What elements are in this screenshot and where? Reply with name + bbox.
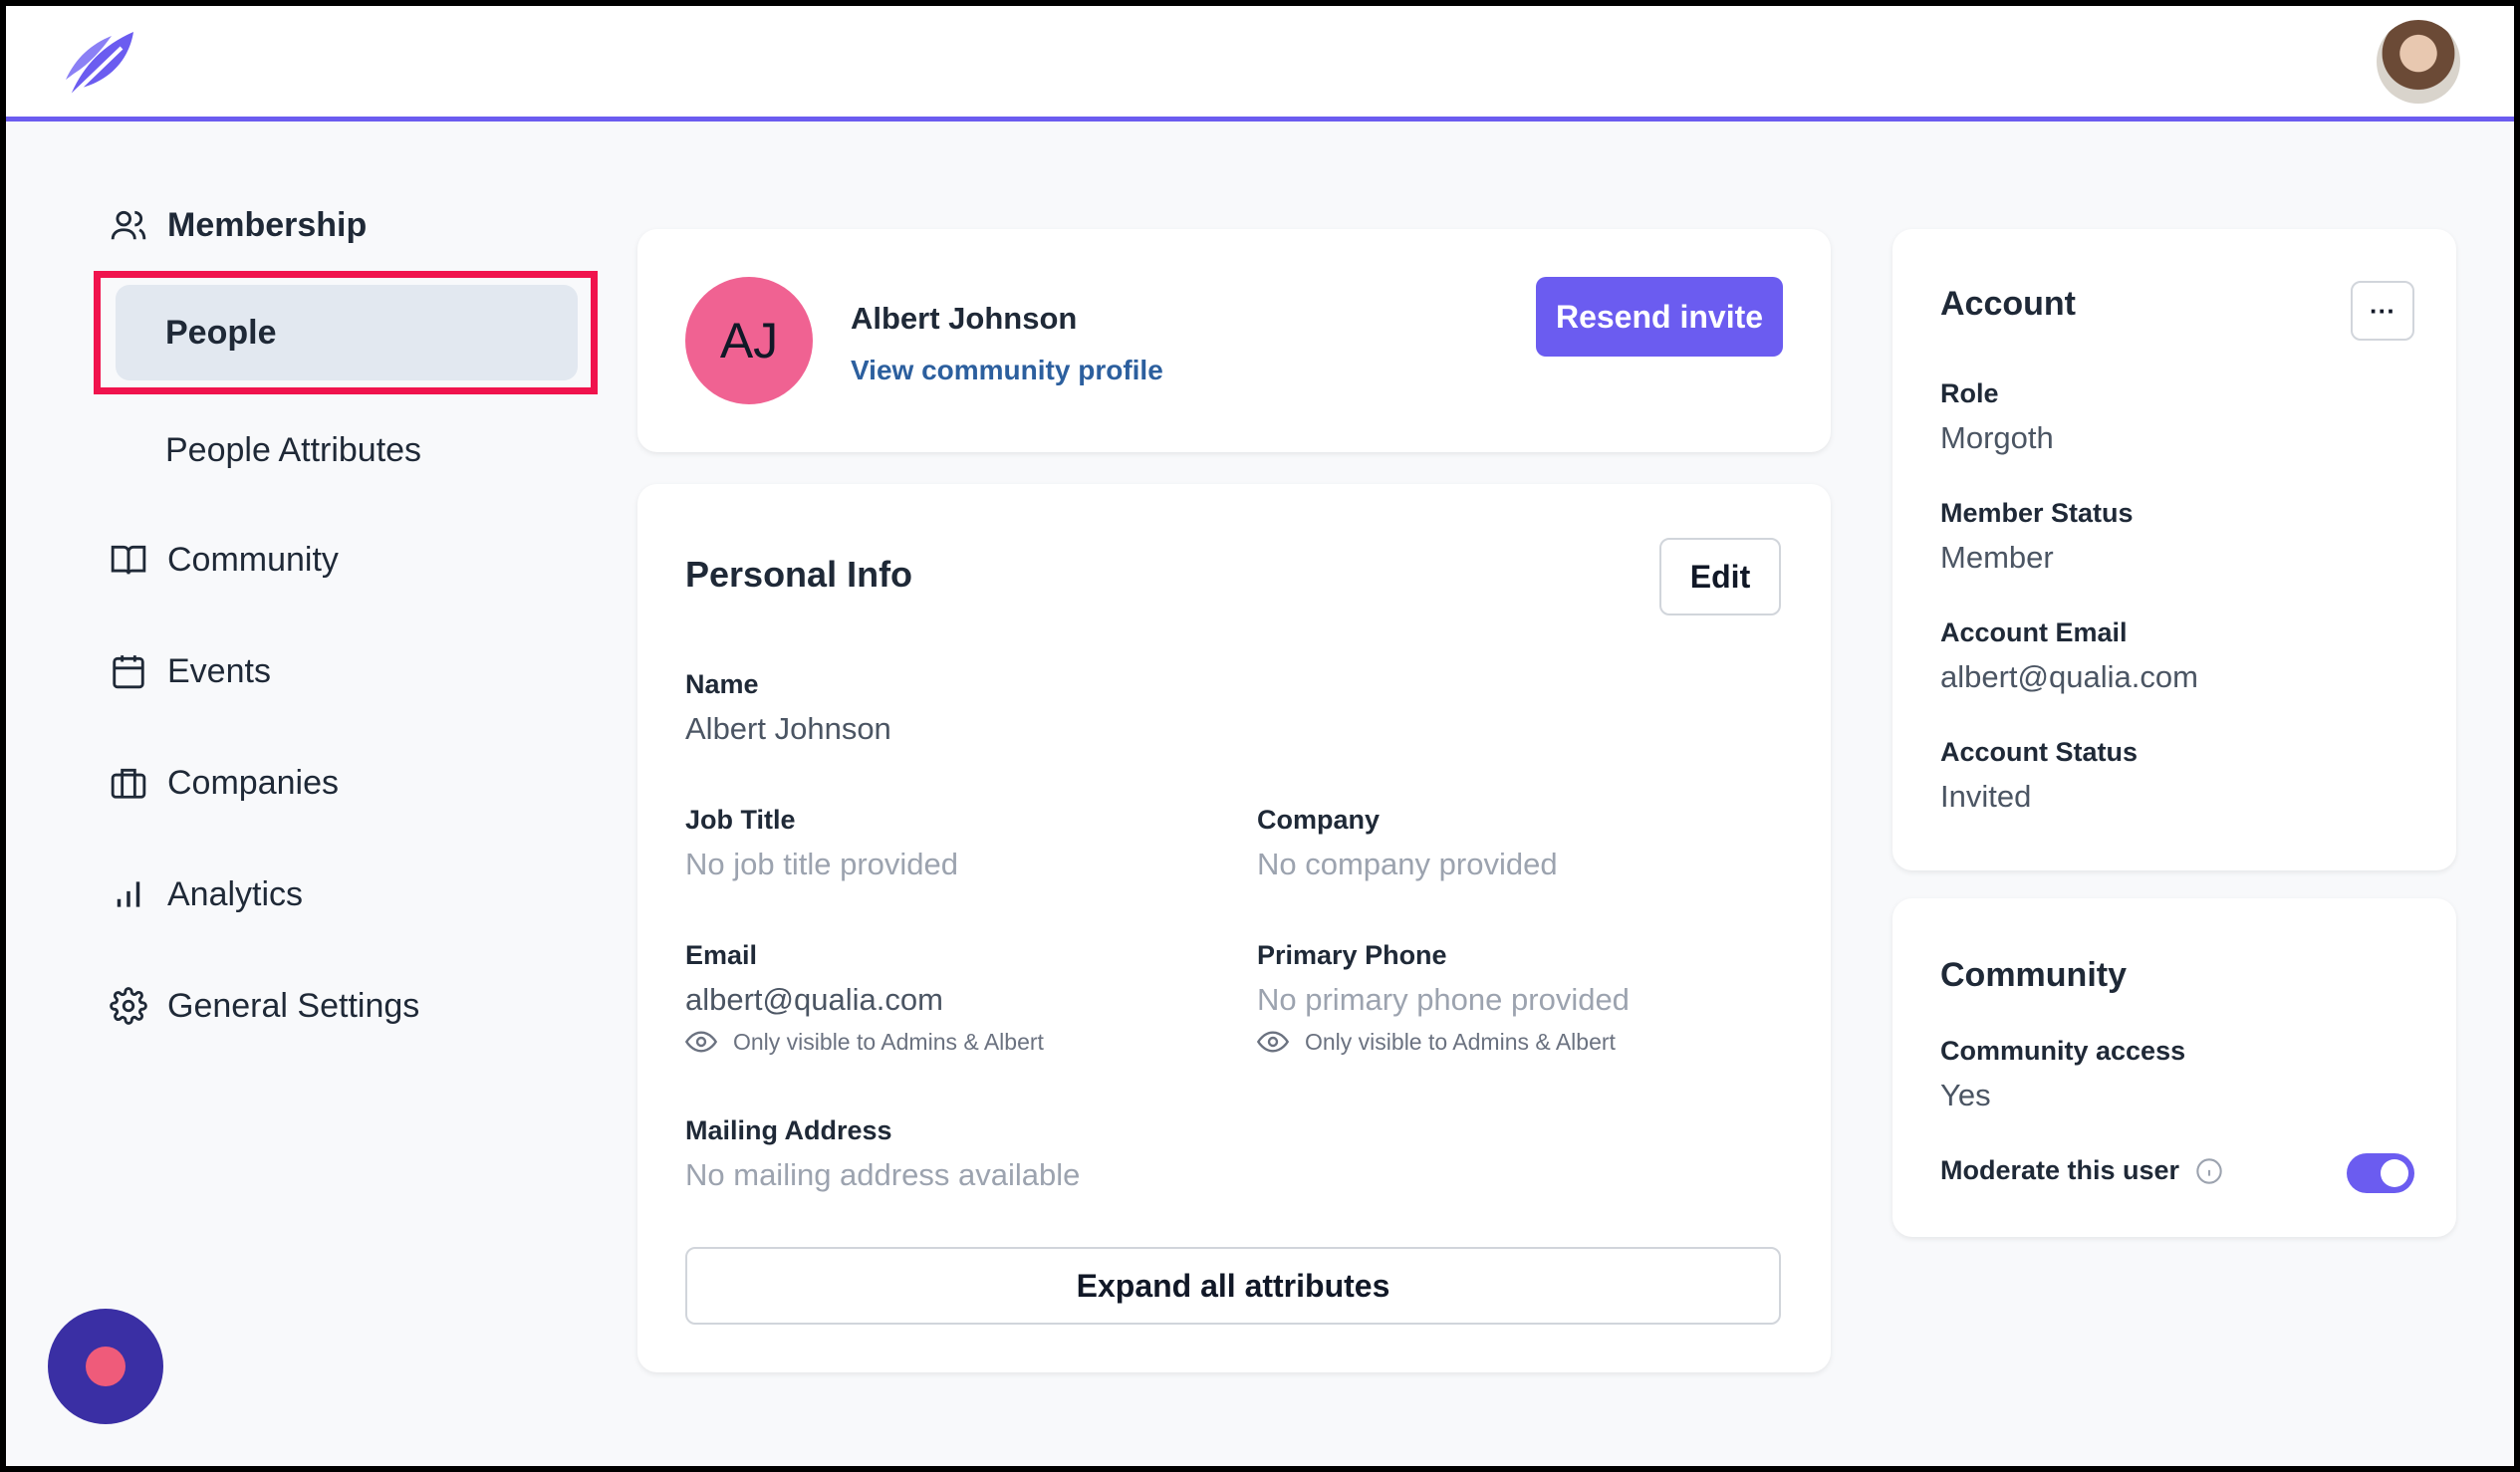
community-access-label: Community access <box>1940 1036 2186 1066</box>
eye-icon <box>1257 1031 1289 1053</box>
calendar-icon <box>110 652 147 690</box>
info-icon[interactable] <box>2195 1157 2223 1185</box>
user-avatar[interactable] <box>2377 20 2460 104</box>
account-title: Account <box>1940 285 2076 323</box>
nav-people-label: People <box>165 313 277 352</box>
gear-icon <box>110 987 147 1025</box>
more-options-button[interactable]: ··· <box>2351 281 2414 341</box>
email-visibility-note: Only visible to Admins & Albert <box>685 1026 1044 1058</box>
phone-value: No primary phone provided <box>1257 982 1630 1017</box>
mailing-address-value: No mailing address available <box>685 1157 1081 1192</box>
moderate-user-row: Moderate this user <box>1940 1155 2223 1186</box>
book-icon <box>110 541 147 579</box>
company-value: No company provided <box>1257 847 1558 881</box>
nav-analytics[interactable]: Analytics <box>110 862 303 926</box>
nav-community-label: Community <box>167 540 339 579</box>
nav-people[interactable]: People <box>116 285 578 380</box>
nav-general-settings[interactable]: General Settings <box>110 974 419 1038</box>
nav-companies-label: Companies <box>167 763 339 802</box>
job-title-label: Job Title <box>685 805 796 835</box>
account-email-value: albert@qualia.com <box>1940 659 2198 694</box>
chat-widget-button[interactable] <box>48 1309 163 1424</box>
nav-membership-label: Membership <box>167 205 368 244</box>
role-label: Role <box>1940 378 1999 408</box>
record-dot-icon <box>86 1347 126 1386</box>
nav-people-attributes[interactable]: People Attributes <box>116 402 578 498</box>
nav-community[interactable]: Community <box>110 528 339 592</box>
bar-chart-icon <box>110 875 147 913</box>
profile-header-card: AJ Albert Johnson View community profile… <box>637 229 1831 452</box>
logo-icon[interactable] <box>62 28 137 100</box>
community-access-value: Yes <box>1940 1078 1991 1112</box>
nav-events[interactable]: Events <box>110 639 271 703</box>
nav-general-settings-label: General Settings <box>167 986 420 1025</box>
top-bar <box>6 6 2514 122</box>
role-value: Morgoth <box>1940 420 2054 455</box>
moderate-user-label: Moderate this user <box>1940 1155 2180 1185</box>
member-status-label: Member Status <box>1940 498 2134 528</box>
nav-companies[interactable]: Companies <box>110 751 339 815</box>
personal-info-card: Personal Info Edit Name Albert Johnson J… <box>637 484 1831 1372</box>
expand-attributes-button[interactable]: Expand all attributes <box>685 1247 1781 1325</box>
view-community-profile-link[interactable]: View community profile <box>851 355 1163 386</box>
company-label: Company <box>1257 805 1381 835</box>
email-visibility-text: Only visible to Admins & Albert <box>733 1028 1044 1055</box>
edit-button[interactable]: Edit <box>1659 538 1781 615</box>
account-card: Account ··· Role Morgoth Member Status M… <box>1892 229 2456 870</box>
app-window: Membership People People Attributes Comm… <box>6 6 2514 1466</box>
profile-name: Albert Johnson <box>851 301 1078 336</box>
phone-visibility-note: Only visible to Admins & Albert <box>1257 1026 1616 1058</box>
community-card: Community Community access Yes Moderate … <box>1892 898 2456 1237</box>
nav-analytics-label: Analytics <box>167 874 304 913</box>
personal-info-title: Personal Info <box>685 554 913 595</box>
nav-people-attributes-label: People Attributes <box>165 430 422 469</box>
eye-icon <box>685 1031 717 1053</box>
people-icon <box>110 206 147 244</box>
name-label: Name <box>685 669 759 699</box>
moderate-user-toggle[interactable] <box>2347 1153 2414 1193</box>
email-value: albert@qualia.com <box>685 982 943 1017</box>
resend-invite-button[interactable]: Resend invite <box>1536 277 1783 357</box>
job-title-value: No job title provided <box>685 847 958 881</box>
member-status-value: Member <box>1940 540 2054 575</box>
phone-visibility-text: Only visible to Admins & Albert <box>1305 1028 1616 1055</box>
nav-membership[interactable]: Membership <box>110 193 367 257</box>
mailing-address-label: Mailing Address <box>685 1115 892 1145</box>
nav-events-label: Events <box>167 651 271 690</box>
community-title: Community <box>1940 956 2127 994</box>
account-status-value: Invited <box>1940 779 2032 814</box>
initials-avatar: AJ <box>685 277 813 404</box>
briefcase-icon <box>110 764 147 802</box>
name-value: Albert Johnson <box>685 711 891 746</box>
account-email-label: Account Email <box>1940 617 2128 647</box>
phone-label: Primary Phone <box>1257 940 1447 970</box>
email-label: Email <box>685 940 758 970</box>
account-status-label: Account Status <box>1940 737 2139 767</box>
